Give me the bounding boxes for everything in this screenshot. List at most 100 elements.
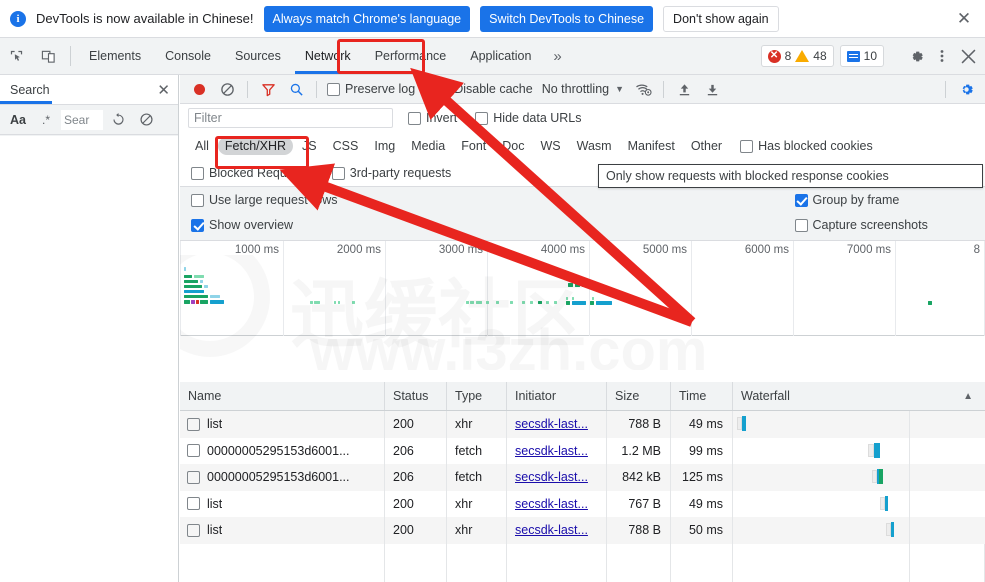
- type-filter-doc[interactable]: Doc: [495, 137, 531, 155]
- message-count: 10: [864, 49, 877, 63]
- type-filter-wasm[interactable]: Wasm: [570, 137, 619, 155]
- capture-screenshots-checkbox[interactable]: Capture screenshots: [583, 218, 978, 232]
- invert-checkbox[interactable]: Invert: [405, 111, 460, 125]
- inspect-element-icon[interactable]: [0, 38, 32, 74]
- group-by-frame-checkbox[interactable]: Group by frame: [583, 193, 978, 207]
- network-settings-gear-icon[interactable]: [953, 77, 979, 101]
- hide-data-urls-checkbox[interactable]: Hide data URLs: [472, 111, 584, 125]
- overview-tick-label: 4000 ms: [541, 244, 585, 256]
- search-icon[interactable]: [283, 77, 309, 101]
- table-row[interactable]: 00000005295153d6001... 206 fetch secsdk-…: [180, 464, 985, 491]
- has-blocked-cookies-checkbox[interactable]: Has blocked cookies: [737, 139, 876, 153]
- match-case-icon[interactable]: Aa: [5, 108, 31, 132]
- request-initiator-link[interactable]: secsdk-last...: [515, 417, 588, 431]
- checkbox-box: [795, 194, 808, 207]
- column-header-status: Status: [385, 382, 447, 410]
- overview-tick-label: 8: [974, 244, 980, 256]
- filter-input[interactable]: [188, 108, 393, 128]
- search-panel-title: Search: [10, 83, 50, 97]
- type-filter-img[interactable]: Img: [367, 137, 402, 155]
- always-match-language-button[interactable]: Always match Chrome's language: [264, 6, 471, 32]
- checkbox-label: Show overview: [209, 218, 293, 232]
- table-row[interactable]: list 200 xhr secsdk-last... 788 B 50 ms: [180, 517, 985, 544]
- sort-ascending-icon[interactable]: ▲: [963, 391, 973, 402]
- network-conditions-icon[interactable]: [630, 77, 656, 101]
- issues-counter-group[interactable]: ✕ 8 48: [761, 45, 834, 67]
- gear-icon[interactable]: [903, 43, 929, 69]
- request-size: 767 B: [607, 491, 671, 518]
- toolbar-divider-5: [945, 81, 946, 98]
- type-filter-media[interactable]: Media: [404, 137, 452, 155]
- refresh-icon[interactable]: [105, 108, 131, 132]
- table-row[interactable]: 00000005295153d6001... 206 fetch secsdk-…: [180, 438, 985, 465]
- close-devtools-icon[interactable]: [955, 43, 981, 69]
- switch-to-chinese-button[interactable]: Switch DevTools to Chinese: [480, 6, 653, 32]
- export-har-icon[interactable]: [699, 77, 725, 101]
- row-checkbox[interactable]: [187, 524, 200, 537]
- device-toolbar-icon[interactable]: [32, 38, 64, 74]
- checkbox-label: Blocked Requests: [209, 166, 310, 180]
- tab-elements[interactable]: Elements: [77, 38, 153, 74]
- request-type: xhr: [447, 517, 507, 544]
- network-overview-timeline[interactable]: 1000 ms 2000 ms 3000 ms 4000 ms 5000 ms …: [180, 241, 985, 336]
- checkbox-label: Preserve log: [345, 82, 415, 96]
- more-tabs-button[interactable]: »: [543, 38, 571, 74]
- close-icon[interactable]: ✕: [157, 81, 170, 99]
- type-filter-js[interactable]: JS: [295, 137, 324, 155]
- row-checkbox[interactable]: [187, 444, 200, 457]
- request-size: 788 B: [607, 411, 671, 438]
- checkbox-box: [332, 167, 345, 180]
- search-input[interactable]: [61, 110, 103, 130]
- messages-counter-group[interactable]: 10: [840, 45, 884, 67]
- type-filter-other[interactable]: Other: [684, 137, 729, 155]
- column-header-time: Time: [671, 382, 733, 410]
- request-initiator-link[interactable]: secsdk-last...: [515, 470, 588, 484]
- tab-application[interactable]: Application: [458, 38, 543, 74]
- third-party-requests-checkbox[interactable]: 3rd-party requests: [329, 166, 454, 180]
- checkbox-box: [795, 219, 808, 232]
- column-header-initiator: Initiator: [507, 382, 607, 410]
- clear-icon[interactable]: [133, 108, 159, 132]
- close-icon[interactable]: ✕: [953, 8, 975, 30]
- request-type: fetch: [447, 438, 507, 465]
- dont-show-again-button[interactable]: Don't show again: [663, 6, 779, 32]
- request-initiator-link[interactable]: secsdk-last...: [515, 444, 588, 458]
- type-filter-manifest[interactable]: Manifest: [621, 137, 682, 155]
- row-checkbox[interactable]: [187, 497, 200, 510]
- show-overview-checkbox[interactable]: Show overview: [188, 218, 583, 232]
- row-checkbox[interactable]: [187, 471, 200, 484]
- filter-funnel-icon[interactable]: [255, 77, 281, 101]
- request-status: 206: [385, 464, 447, 491]
- type-filter-fetch-xhr[interactable]: Fetch/XHR: [218, 137, 293, 155]
- type-filter-all[interactable]: All: [188, 137, 216, 155]
- regex-icon[interactable]: .*: [33, 108, 59, 132]
- clear-network-icon[interactable]: [214, 77, 240, 101]
- blocked-requests-checkbox[interactable]: Blocked Requests: [188, 166, 313, 180]
- table-row[interactable]: list 200 xhr secsdk-last... 788 B 49 ms: [180, 411, 985, 438]
- record-button[interactable]: [186, 77, 212, 101]
- table-row[interactable]: list 200 xhr secsdk-last... 767 B 49 ms: [180, 491, 985, 518]
- request-status: 200: [385, 517, 447, 544]
- request-initiator-link[interactable]: secsdk-last...: [515, 497, 588, 511]
- kebab-menu-icon[interactable]: [929, 43, 955, 69]
- use-large-rows-checkbox[interactable]: Use large request rows: [188, 193, 583, 207]
- search-results-area: [0, 136, 178, 582]
- type-filter-ws[interactable]: WS: [533, 137, 567, 155]
- preserve-log-checkbox[interactable]: Preserve log: [324, 82, 418, 96]
- tab-network[interactable]: Network: [293, 38, 363, 74]
- request-time: 99 ms: [671, 438, 733, 465]
- checkbox-box: [191, 167, 204, 180]
- type-filter-font[interactable]: Font: [454, 137, 493, 155]
- import-har-icon[interactable]: [671, 77, 697, 101]
- tab-performance[interactable]: Performance: [363, 38, 459, 74]
- tab-label: Sources: [235, 49, 281, 63]
- throttling-dropdown[interactable]: No throttling ▼: [538, 82, 628, 96]
- row-checkbox[interactable]: [187, 418, 200, 431]
- tab-sources[interactable]: Sources: [223, 38, 293, 74]
- disable-cache-checkbox[interactable]: Disable cache: [433, 82, 536, 96]
- overview-activity-graph: [180, 265, 985, 335]
- request-size: 1.2 MB: [607, 438, 671, 465]
- tab-console[interactable]: Console: [153, 38, 223, 74]
- type-filter-css[interactable]: CSS: [326, 137, 366, 155]
- request-initiator-link[interactable]: secsdk-last...: [515, 523, 588, 537]
